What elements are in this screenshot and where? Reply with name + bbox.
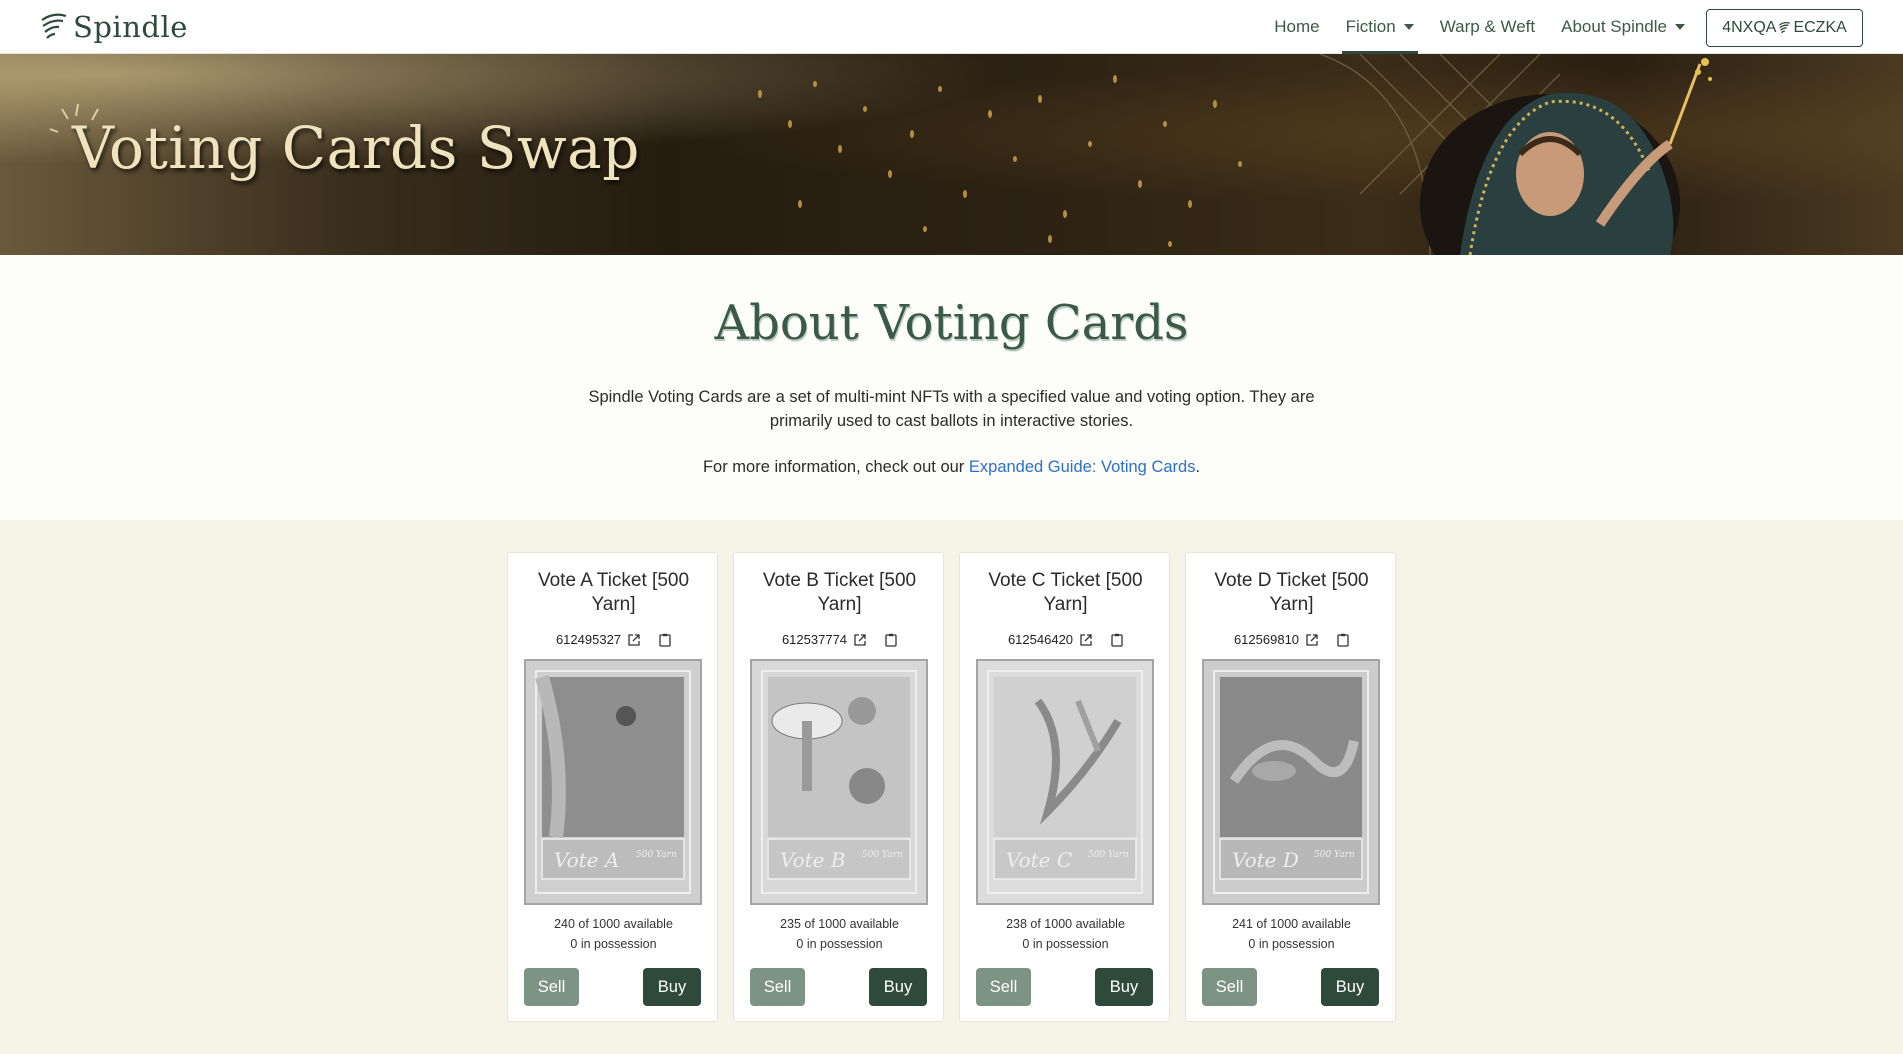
nav-fiction-dropdown[interactable]: Fiction [1341,0,1418,55]
brand-logo[interactable]: Spindle [39,8,188,46]
buy-button[interactable]: Buy [643,968,701,1006]
possession-count: 0 in possession [570,937,657,951]
external-link-icon[interactable] [1079,633,1093,647]
sell-button[interactable]: Sell [976,968,1031,1006]
card-artwork: Vote A 500 Yarn [524,659,702,905]
voting-card: Vote A Ticket [500 Yarn] 612495327 Vote … [507,552,718,1022]
hero-title: Voting Cards Swap [72,114,640,182]
card-artwork: Vote C 500 Yarn [976,659,1154,905]
nav-home-label: Home [1274,17,1320,36]
availability: 238 of 1000 available 0 in possession [960,914,1171,954]
card-value-text: 500 Yarn [1088,850,1129,860]
availability: 235 of 1000 available 0 in possession [734,914,945,954]
more-info-suffix: . [1195,458,1201,476]
weaver-figure-art [1420,58,1712,255]
card-value-text: 500 Yarn [636,850,677,860]
available-count: 235 of 1000 available [780,917,899,931]
sell-button[interactable]: Sell [750,968,805,1006]
account-suffix: ECZKA [1793,19,1847,36]
available-count: 238 of 1000 available [1006,917,1125,931]
nav-fiction-label: Fiction [1345,17,1396,36]
account-prefix: 4NXQA [1722,19,1777,36]
card-value-text: 500 Yarn [862,850,903,860]
clipboard-icon[interactable] [1111,633,1123,647]
sell-button[interactable]: Sell [524,968,579,1006]
clipboard-icon[interactable] [1337,633,1349,647]
clipboard-icon[interactable] [659,633,671,647]
nav-links: Home Fiction Warp & Weft About Spindle [1270,0,1689,55]
asset-id: 612495327 [555,632,622,647]
card-title: Vote D Ticket [500 Yarn] [1214,570,1369,615]
card-letter: Vote A [554,848,619,872]
card-title: Vote A Ticket [500 Yarn] [537,570,690,615]
brand-name: Spindle [73,10,188,44]
asset-id: 612569810 [1233,632,1300,647]
asset-id-row: 612495327 [508,632,719,647]
card-value-text: 500 Yarn [1314,850,1355,860]
spindle-logo-icon [39,10,69,44]
card-artwork: Vote D 500 Yarn [1202,659,1380,905]
expanded-guide-link[interactable]: Expanded Guide: Voting Cards [969,458,1196,476]
caret-down-icon [1403,24,1414,30]
voting-card: Vote C Ticket [500 Yarn] 612546420 Vote … [959,552,1170,1022]
more-info-prefix: For more information, check out our [702,458,969,476]
sell-button[interactable]: Sell [1202,968,1257,1006]
external-link-icon[interactable] [1305,633,1319,647]
card-title: Vote B Ticket [500 Yarn] [762,570,917,615]
voting-cards-section: Vote A Ticket [500 Yarn] 612495327 Vote … [0,520,1903,1054]
asset-id-row: 612546420 [960,632,1171,647]
nav-about-label: About Spindle [1561,17,1667,36]
caret-down-icon [1675,24,1685,30]
external-link-icon[interactable] [853,633,867,647]
nav-warp-weft-label: Warp & Weft [1439,17,1536,36]
buy-button[interactable]: Buy [1321,968,1379,1006]
available-count: 241 of 1000 available [1232,917,1351,931]
voting-card: Vote D Ticket [500 Yarn] 612569810 Vote … [1185,552,1396,1022]
asset-id-row: 612537774 [734,632,945,647]
asset-id: 612537774 [781,632,848,647]
possession-count: 0 in possession [796,937,883,951]
about-description: Spindle Voting Cards are a set of multi-… [588,388,1315,430]
card-letter: Vote D [1232,848,1299,872]
top-navbar: Spindle Home Fiction Warp & Weft About S… [0,0,1903,55]
card-letter: Vote B [780,848,846,872]
card-letter: Vote C [1006,848,1072,872]
buy-button[interactable]: Buy [1095,968,1153,1006]
buy-button[interactable]: Buy [869,968,927,1006]
about-section: About Voting Cards Spindle Voting Cards … [0,255,1903,520]
about-more-info: For more information, check out our Expa… [0,458,1903,477]
account-button[interactable]: 4NXQA ECZKA [1706,9,1863,47]
possession-count: 0 in possession [1248,937,1335,951]
asset-id-row: 612569810 [1186,632,1397,647]
nav-about-dropdown[interactable]: About Spindle [1557,0,1689,54]
nav-home[interactable]: Home [1270,0,1323,54]
available-count: 240 of 1000 available [554,917,673,931]
voting-card: Vote B Ticket [500 Yarn] 612537774 Vote … [733,552,944,1022]
nav-warp-weft[interactable]: Warp & Weft [1436,0,1539,54]
external-link-icon[interactable] [627,633,641,647]
possession-count: 0 in possession [1022,937,1109,951]
availability: 241 of 1000 available 0 in possession [1186,914,1397,954]
about-title: About Voting Cards [714,295,1189,351]
card-artwork: Vote B 500 Yarn [750,659,928,905]
availability: 240 of 1000 available 0 in possession [508,914,719,954]
spindle-logo-icon [1778,20,1791,36]
card-title: Vote C Ticket [500 Yarn] [988,570,1143,615]
clipboard-icon[interactable] [885,633,897,647]
asset-id: 612546420 [1007,632,1074,647]
hero-banner: Voting Cards Swap [0,54,1903,255]
